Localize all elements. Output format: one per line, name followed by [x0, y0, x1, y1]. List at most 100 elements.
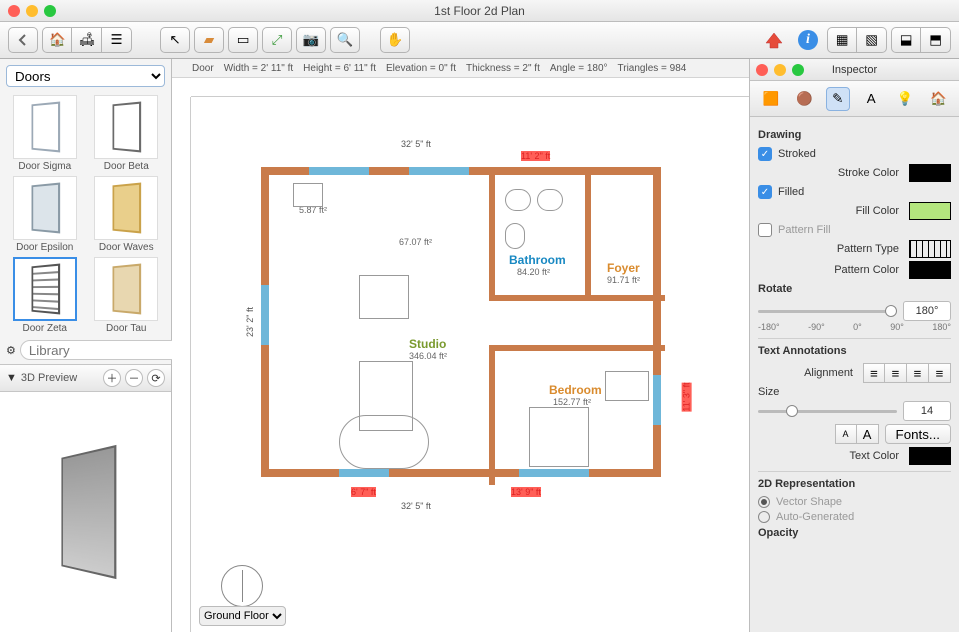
align-justify-button[interactable]: ≡ [929, 363, 951, 383]
align-center-button[interactable]: ≡ [885, 363, 907, 383]
library-item[interactable]: Door Tau [86, 255, 168, 336]
rotate-value[interactable]: 180° [903, 301, 951, 321]
hand-icon: ✋ [387, 32, 404, 48]
library-item[interactable]: Door Beta [86, 93, 168, 174]
room-area-bathroom: 84.20 ft² [517, 267, 550, 277]
pattern-fill-label: Pattern Fill [778, 224, 951, 236]
pattern-type-picker[interactable] [909, 240, 951, 258]
auto-generated-label: Auto-Generated [776, 511, 854, 523]
status-angle: Angle = 180° [550, 63, 608, 74]
library-category-select[interactable]: Doors [6, 65, 165, 87]
floorplan-canvas[interactable]: 32' 5" ft 11' 2" ft 23' 2" ft 11' 3" ft … [191, 97, 749, 632]
align-left-button[interactable]: ≡ [863, 363, 885, 383]
font-large-button[interactable]: A [857, 424, 879, 444]
stroked-checkbox[interactable]: ✓ [758, 147, 772, 161]
tool-select-button[interactable]: ↖ [160, 27, 190, 53]
pattern-color-label: Pattern Color [758, 264, 903, 276]
tool-room-button[interactable]: ▭ [228, 27, 258, 53]
window-single-button[interactable]: ⬒ [921, 27, 951, 53]
info-button[interactable]: i [793, 27, 823, 53]
library-item[interactable]: Door Zeta [4, 255, 86, 336]
font-small-button[interactable]: A [835, 424, 857, 444]
status-object: Door [192, 63, 214, 74]
library-item[interactable]: Door Sigma [4, 93, 86, 174]
rotate-slider[interactable] [758, 304, 897, 318]
window-split-button[interactable]: ⬓ [891, 27, 921, 53]
view-3d-button[interactable]: ▧ [857, 27, 887, 53]
vector-shape-radio[interactable] [758, 496, 770, 508]
list-icon: ☰ [109, 32, 125, 48]
section-text: Text Annotations [758, 345, 951, 357]
house-icon: 🏠 [930, 91, 947, 107]
dim-top-total: 32' 5" ft [401, 139, 431, 149]
ruler-vertical [172, 97, 191, 632]
dim-bottom-left: 6' 7" ft [351, 487, 376, 497]
pattern-type-label: Pattern Type [758, 243, 903, 255]
inspector-tab-light[interactable]: 💡 [893, 87, 917, 111]
note-kitchen: 67.07 ft² [399, 237, 432, 247]
size-slider[interactable] [758, 404, 897, 418]
cube-icon: 🟧 [762, 91, 779, 107]
library-item[interactable]: Door Waves [86, 174, 168, 255]
split-icon: ⬓ [900, 32, 913, 48]
view3d-icon: ▧ [865, 32, 878, 48]
nav-back-button[interactable] [8, 27, 38, 53]
camera-icon: 📷 [303, 32, 320, 48]
preview-3d[interactable] [0, 392, 171, 632]
inspector-tab-camera[interactable]: 🏠 [926, 87, 950, 111]
tool-zoom-button[interactable]: 🔍 [330, 27, 360, 53]
dim-left: 23' 2" ft [245, 307, 255, 337]
bulb-icon: 💡 [896, 91, 913, 107]
pencil-icon: ✎ [832, 91, 843, 107]
inspector-tab-object[interactable]: 🟧 [759, 87, 783, 111]
tool-camera-button[interactable]: 📷 [296, 27, 326, 53]
mode-furniture-button[interactable]: 🛋 [72, 27, 102, 53]
render-button[interactable] [759, 27, 789, 53]
status-bar: Door Width = 2' 11" ft Height = 6' 11" f… [172, 59, 749, 78]
section-drawing: Drawing [758, 129, 951, 141]
preview-zoom-out[interactable]: － [125, 369, 143, 387]
pattern-fill-checkbox[interactable] [758, 223, 772, 237]
align-right-button[interactable]: ≡ [907, 363, 929, 383]
size-value[interactable]: 14 [903, 401, 951, 421]
inspector-title: Inspector [750, 64, 959, 76]
stroke-color-label: Stroke Color [758, 167, 903, 179]
room-area-studio: 346.04 ft² [409, 351, 447, 361]
text-color-swatch[interactable] [909, 447, 951, 465]
filled-checkbox[interactable]: ✓ [758, 185, 772, 199]
library-item[interactable]: Door Epsilon [4, 174, 86, 255]
preview-title: 3D Preview [21, 372, 77, 384]
stroke-color-swatch[interactable] [909, 164, 951, 182]
inspector-tab-2d[interactable]: ✎ [826, 87, 850, 111]
tool-pan-button[interactable]: ✋ [380, 27, 410, 53]
room-label-studio: Studio [409, 337, 446, 351]
preview-zoom-fit[interactable]: ⟳ [147, 369, 165, 387]
status-thickness: Thickness = 2" ft [466, 63, 540, 74]
fonts-button[interactable]: Fonts... [885, 424, 951, 444]
floor-select[interactable]: Ground Floor [199, 606, 286, 626]
dim-bottom-total: 32' 5" ft [401, 501, 431, 511]
sphere-icon: 🟤 [796, 91, 813, 107]
preview-zoom-in[interactable]: ＋ [103, 369, 121, 387]
dim-right: 11' 3" ft [681, 382, 691, 411]
text-icon: A [867, 91, 876, 106]
view-2d-button[interactable]: ▦ [827, 27, 857, 53]
fill-color-label: Fill Color [758, 205, 903, 217]
gear-icon[interactable]: ⚙ [6, 344, 16, 357]
magnifier-icon: 🔍 [337, 32, 354, 48]
tool-dimension-button[interactable]: ⤢ [262, 27, 292, 53]
fill-color-swatch[interactable] [909, 202, 951, 220]
disclosure-icon[interactable]: ▼ [6, 372, 17, 384]
stroked-label: Stroked [778, 148, 951, 160]
mode-building-button[interactable]: 🏠 [42, 27, 72, 53]
tool-wall-button[interactable]: ▰ [194, 27, 224, 53]
size-label: Size [758, 386, 783, 398]
inspector-tab-text[interactable]: A [859, 87, 883, 111]
ruler-horizontal [191, 78, 749, 97]
pattern-color-swatch[interactable] [909, 261, 951, 279]
auto-generated-radio[interactable] [758, 511, 770, 523]
info-icon: i [798, 30, 818, 50]
status-triangles: Triangles = 984 [618, 63, 687, 74]
mode-list-button[interactable]: ☰ [102, 27, 132, 53]
inspector-tab-materials[interactable]: 🟤 [792, 87, 816, 111]
